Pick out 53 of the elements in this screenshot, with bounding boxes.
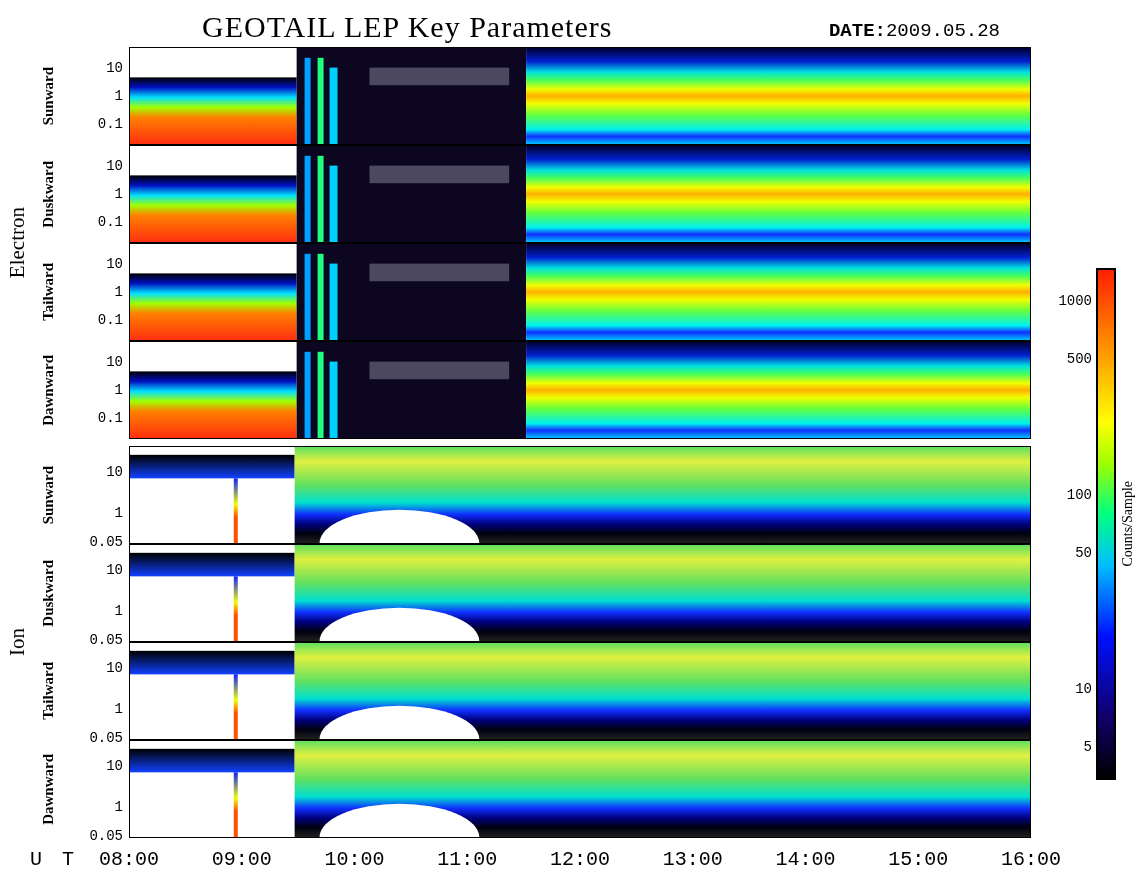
y-tick-label: 1 bbox=[114, 186, 123, 202]
y-tick-label: 0.1 bbox=[97, 410, 123, 427]
date-label: DATE:2009.05.28 bbox=[828, 20, 1000, 44]
y-tick-label: 0.05 bbox=[89, 632, 123, 649]
y-tick-label: 10 bbox=[106, 562, 123, 579]
y-tick-label: 10 bbox=[106, 464, 123, 481]
panel-label: Sunward bbox=[39, 66, 57, 126]
x-tick-label: 08:00 bbox=[99, 848, 159, 871]
panel-label: Dawnward bbox=[39, 753, 57, 825]
y-tick-label: 0.1 bbox=[97, 214, 123, 231]
y-tick-label: 10 bbox=[106, 157, 123, 174]
colorbar-tick-label: 500 bbox=[1066, 351, 1092, 368]
y-tick-label: 0.05 bbox=[89, 828, 123, 845]
panel-label: Dawnward bbox=[39, 354, 57, 426]
y-tick-label: 10 bbox=[106, 255, 123, 272]
colorbar-tick-label: 50 bbox=[1075, 545, 1092, 562]
colorbar-tick-label: 10 bbox=[1075, 680, 1092, 697]
x-tick-label: 14:00 bbox=[775, 848, 836, 871]
colorbar-tick-label: 1000 bbox=[1058, 292, 1092, 309]
y-tick-label: 1 bbox=[114, 602, 123, 619]
colorbar-tick-label: 5 bbox=[1083, 739, 1092, 756]
x-tick-label: 11:00 bbox=[437, 848, 498, 871]
x-tick-label: 16:00 bbox=[1001, 848, 1061, 871]
chart-title: GEOTAIL LEP Key Parameters bbox=[202, 10, 613, 44]
y-tick-label: 1 bbox=[114, 700, 123, 717]
y-tick-label: 1 bbox=[114, 798, 123, 815]
colorbar-tick-label: 100 bbox=[1066, 486, 1092, 503]
group-label: Ion bbox=[4, 628, 30, 656]
panel-label: Duskward bbox=[39, 559, 57, 627]
x-tick-label: 10:00 bbox=[324, 848, 385, 871]
x-tick-label: 15:00 bbox=[888, 848, 949, 871]
y-tick-label: 10 bbox=[106, 660, 123, 677]
x-tick-label: 09:00 bbox=[211, 848, 272, 871]
y-tick-label: 1 bbox=[114, 504, 123, 521]
x-tick-label: 13:00 bbox=[662, 848, 723, 871]
y-tick-label: 0.1 bbox=[97, 116, 123, 133]
panel-label: Tailward bbox=[39, 263, 57, 321]
colorbar-label: Counts/Sample bbox=[1120, 481, 1136, 567]
y-tick-label: 0.1 bbox=[97, 312, 123, 329]
y-tick-label: 0.05 bbox=[89, 730, 123, 747]
y-tick-label: 0.05 bbox=[89, 534, 123, 551]
group-label: Electron bbox=[4, 207, 30, 279]
y-tick-label: 1 bbox=[114, 88, 123, 104]
y-tick-label: 1 bbox=[114, 284, 123, 300]
y-tick-label: 10 bbox=[106, 758, 123, 775]
panel-label: Duskward bbox=[39, 160, 57, 228]
x-axis-label: U T bbox=[29, 847, 75, 871]
y-tick-label: 10 bbox=[106, 59, 123, 76]
y-tick-label: 10 bbox=[106, 353, 123, 370]
x-tick-label: 12:00 bbox=[550, 848, 610, 871]
y-tick-label: 1 bbox=[114, 382, 123, 398]
panel-label: Sunward bbox=[39, 465, 57, 525]
panel-label: Tailward bbox=[39, 662, 57, 720]
